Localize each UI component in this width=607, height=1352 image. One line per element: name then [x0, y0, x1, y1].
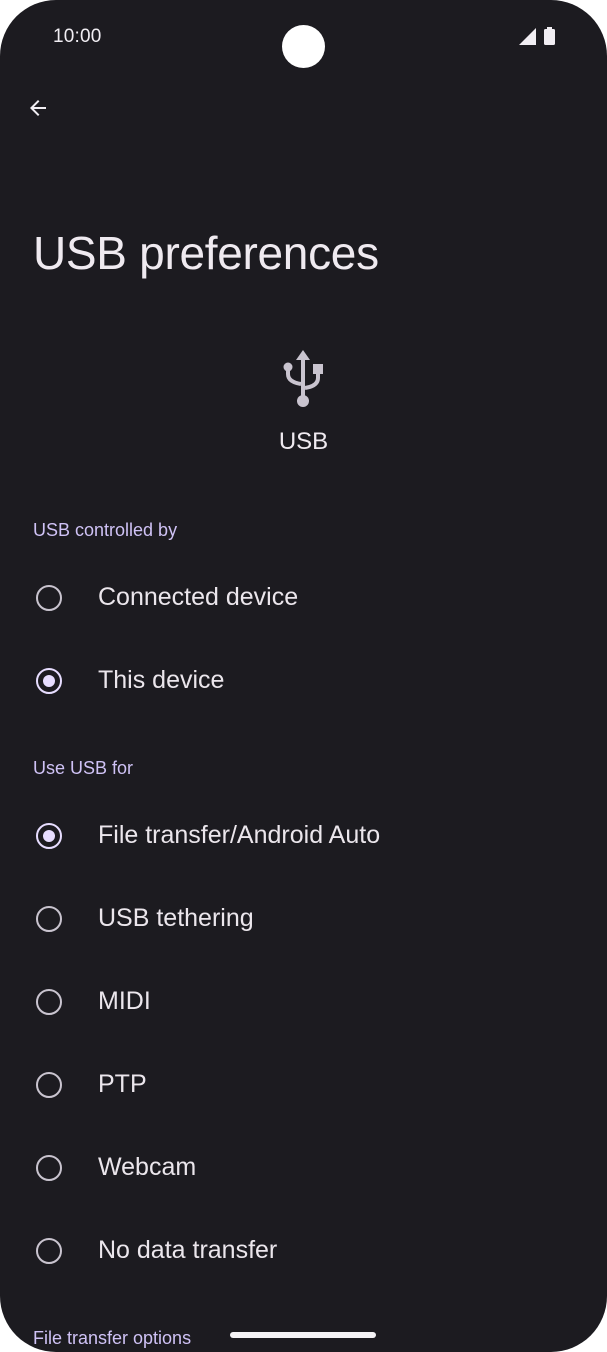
radio-option-webcam[interactable]: Webcam [0, 1126, 607, 1209]
radio-button[interactable] [36, 905, 62, 932]
radio-button[interactable] [36, 1154, 62, 1181]
radio-button-selected[interactable] [36, 822, 62, 849]
radio-button[interactable] [36, 584, 62, 611]
page-title: USB preferences [33, 227, 379, 279]
section-header-file-transfer-options: File transfer options [33, 1328, 192, 1348]
usb-header-label: USB [278, 428, 329, 455]
radio-option-no-data-transfer[interactable]: No data transfer [0, 1209, 607, 1292]
usb-icon [280, 350, 326, 410]
radio-button[interactable] [36, 1071, 62, 1098]
status-time: 10:00 [53, 26, 102, 47]
radio-button-selected[interactable] [36, 667, 62, 694]
radio-label: Connected device [98, 583, 299, 611]
radio-option-ptp[interactable]: PTP [0, 1043, 607, 1126]
radio-button[interactable] [36, 1237, 62, 1264]
arrow-back-icon [26, 96, 50, 125]
radio-label: USB tethering [98, 904, 254, 932]
radio-label: File transfer/Android Auto [98, 821, 381, 849]
radio-option-usb-tethering[interactable]: USB tethering [0, 877, 607, 960]
radio-label: PTP [98, 1070, 147, 1098]
navigation-handle[interactable] [230, 1332, 376, 1338]
section-header-controlled-by: USB controlled by [33, 520, 178, 540]
back-button[interactable] [14, 86, 62, 134]
section-header-use-usb-for: Use USB for [33, 758, 134, 778]
phone-screen: 10:00 USB preferences USB USB controlled… [0, 0, 607, 1352]
radio-option-this-device[interactable]: This device [0, 639, 607, 722]
radio-button[interactable] [36, 988, 62, 1015]
radio-option-connected-device[interactable]: Connected device [0, 556, 607, 639]
radio-option-file-transfer[interactable]: File transfer/Android Auto [0, 794, 607, 877]
radio-label: This device [98, 666, 225, 694]
signal-icon [519, 27, 536, 50]
radio-label: No data transfer [98, 1236, 278, 1264]
status-icons [519, 27, 555, 50]
status-bar: 10:00 [0, 0, 607, 72]
radio-option-midi[interactable]: MIDI [0, 960, 607, 1043]
camera-cutout [282, 25, 325, 68]
radio-label: Webcam [98, 1153, 197, 1181]
radio-label: MIDI [98, 987, 151, 1015]
battery-icon [544, 27, 555, 50]
